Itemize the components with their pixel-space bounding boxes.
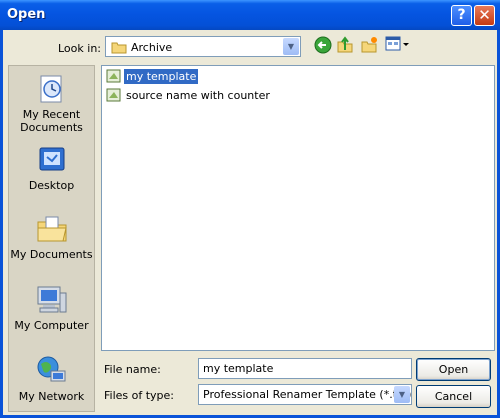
place-desktop[interactable]: Desktop	[9, 143, 94, 192]
look-in-label: Look in:	[58, 42, 101, 55]
file-type-select[interactable]: Professional Renamer Template (*.tpl) ▼	[198, 384, 412, 405]
my-network-icon	[37, 356, 65, 382]
new-folder-icon	[361, 37, 377, 53]
back-button[interactable]	[312, 36, 334, 56]
place-label: Desktop	[28, 179, 75, 192]
chevron-down-icon[interactable]: ▼	[394, 386, 410, 403]
help-button[interactable]: ?	[451, 5, 472, 26]
dialog-body: Look in: Archive ▼ My Recent Documents D…	[3, 30, 497, 415]
back-icon	[314, 36, 332, 54]
file-list[interactable]: my template source name with counter	[101, 65, 495, 351]
file-type-value: Professional Renamer Template (*.tpl)	[203, 388, 412, 401]
views-menu-icon	[385, 36, 409, 51]
place-my-network[interactable]: My Network	[9, 354, 94, 403]
cancel-button[interactable]: Cancel	[416, 385, 491, 408]
look-in-value: Archive	[131, 41, 173, 54]
file-type-label: Files of type:	[104, 389, 175, 402]
my-computer-icon	[37, 286, 66, 313]
place-my-documents[interactable]: My Documents	[9, 212, 94, 261]
file-name-input[interactable]: my template	[198, 358, 412, 379]
title-bar[interactable]: Open ? ✕	[0, 0, 500, 30]
chevron-down-icon[interactable]: ▼	[283, 38, 299, 55]
template-file-icon	[106, 88, 121, 102]
up-one-level-button[interactable]	[334, 36, 356, 56]
open-button[interactable]: Open	[416, 358, 491, 381]
file-name-label: File name:	[104, 363, 161, 376]
place-my-recent-documents[interactable]: My Recent Documents	[9, 72, 94, 134]
recent-documents-icon	[40, 75, 61, 103]
close-button[interactable]: ✕	[474, 5, 495, 26]
file-item[interactable]: source name with counter	[106, 87, 272, 103]
place-label: My Network	[18, 390, 85, 403]
place-my-computer[interactable]: My Computer	[9, 283, 94, 332]
template-file-icon	[106, 69, 121, 83]
open-dialog: Open ? ✕ Look in: Archive ▼ My Recent Do…	[0, 0, 500, 418]
window-title: Open	[7, 7, 46, 22]
file-item[interactable]: my template	[106, 68, 199, 84]
new-folder-button[interactable]	[358, 36, 380, 56]
desktop-icon	[39, 147, 64, 171]
views-menu-button[interactable]	[383, 36, 413, 56]
my-documents-icon	[37, 216, 67, 242]
place-label: My Recent Documents	[20, 108, 83, 134]
up-folder-icon	[337, 36, 353, 53]
place-label: My Documents	[10, 248, 93, 261]
folder-icon	[111, 42, 127, 54]
look-in-combobox[interactable]: Archive ▼	[105, 36, 301, 57]
file-name: my template	[124, 68, 199, 84]
places-bar: My Recent Documents Desktop My Documents	[8, 65, 95, 412]
file-name: source name with counter	[126, 88, 270, 102]
place-label: My Computer	[14, 319, 89, 332]
